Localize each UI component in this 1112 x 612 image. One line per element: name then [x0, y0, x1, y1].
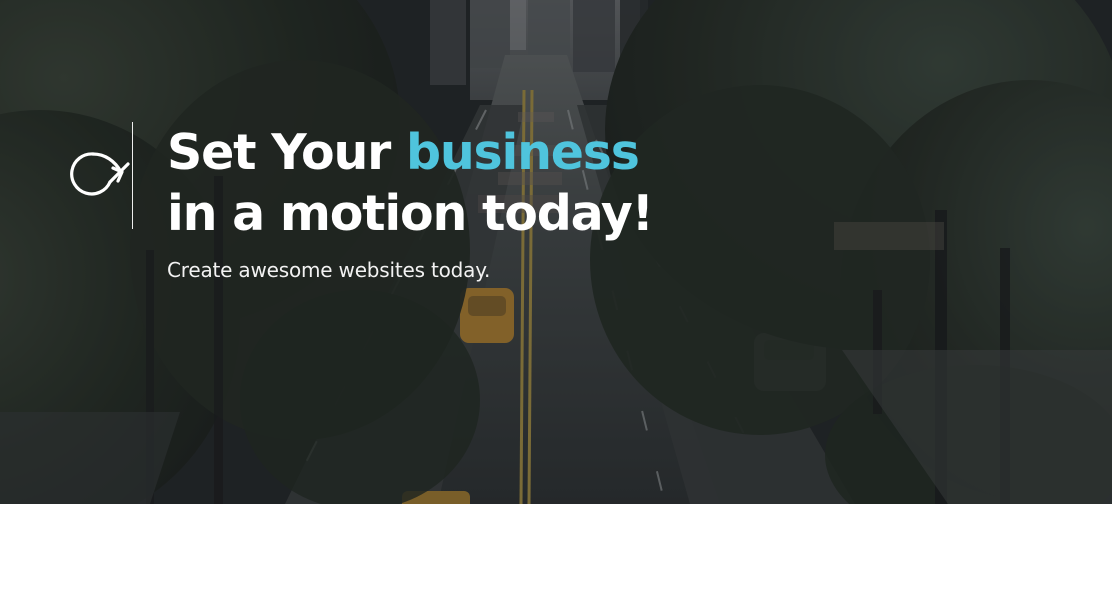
headline-line1-prefix: Set Your: [167, 124, 406, 181]
hero-section: Set Your business in a motion today! Cre…: [0, 0, 1112, 504]
hero-headline: Set Your business in a motion today!: [167, 122, 654, 244]
content-section: [0, 504, 1112, 612]
motion-loop-icon: [70, 152, 130, 196]
headline-accent-word: business: [405, 124, 640, 181]
hero-subheadline: Create awesome websites today.: [167, 258, 491, 282]
landing-page: Set Your business in a motion today! Cre…: [0, 0, 1112, 612]
logo-divider-line: [132, 122, 133, 229]
headline-line2: in a motion today!: [167, 185, 654, 242]
hero-content: Set Your business in a motion today! Cre…: [70, 122, 690, 292]
